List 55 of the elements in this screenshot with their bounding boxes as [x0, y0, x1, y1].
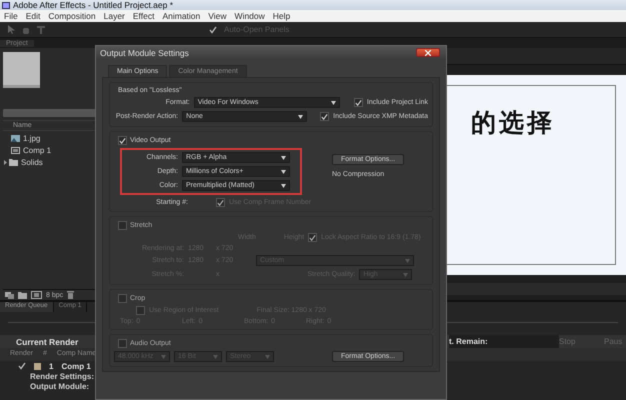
checkbox[interactable]: [308, 233, 318, 242]
composition-icon: [11, 147, 20, 154]
project-item[interactable]: Solids: [3, 158, 96, 167]
checkbox[interactable]: [18, 362, 26, 370]
checkbox[interactable]: [136, 306, 145, 315]
checkbox[interactable]: [118, 339, 127, 348]
checkbox[interactable]: [118, 294, 127, 303]
image-file-icon: [11, 135, 20, 142]
caret-icon: [281, 184, 286, 188]
window-title: Adobe After Effects - Untitled Project.aep *: [13, 0, 174, 10]
interpret-footage-icon[interactable]: [5, 292, 14, 298]
caret-icon: [265, 354, 270, 358]
caret-icon: [161, 354, 166, 358]
composition-icon[interactable]: [31, 291, 42, 299]
folder-icon: [4, 159, 18, 166]
checkbox[interactable]: [209, 26, 217, 34]
section-title: Current Render: [16, 336, 78, 346]
menu-item[interactable]: View: [208, 11, 227, 21]
label-swatch: [34, 362, 41, 370]
checkbox[interactable]: [216, 198, 225, 207]
item-number: 1: [49, 362, 54, 370]
menu-item[interactable]: Animation: [162, 11, 200, 21]
menu-item[interactable]: Edit: [26, 11, 40, 21]
comp-name: Comp 1: [61, 362, 91, 370]
search-field[interactable]: [3, 109, 96, 117]
menu-item[interactable]: Layer: [104, 11, 125, 21]
project-item[interactable]: 1.jpg: [3, 134, 96, 143]
close-icon: [425, 50, 431, 56]
caret-icon: [213, 354, 218, 358]
setting-label: Render Settings:: [30, 372, 94, 380]
checkbox[interactable]: [118, 221, 127, 230]
caret-icon: [331, 100, 336, 104]
trash-icon[interactable]: [67, 291, 74, 299]
caret-icon: [281, 170, 286, 174]
setting-label: Output Module:: [30, 382, 90, 390]
menu-item[interactable]: Effect: [132, 11, 154, 21]
project-item[interactable]: Comp 1: [3, 146, 96, 155]
menu-item[interactable]: Composition: [48, 11, 96, 21]
caret-icon: [281, 156, 286, 160]
checkbox[interactable]: [320, 112, 330, 121]
close-button[interactable]: [416, 48, 440, 57]
menu-item[interactable]: File: [4, 11, 18, 21]
caret-icon: [405, 258, 410, 262]
menu-item[interactable]: Help: [272, 11, 290, 21]
app-logo-icon: [2, 2, 10, 8]
dialog-title: Output Module Settings: [100, 48, 189, 58]
caret-icon: [403, 272, 408, 276]
label: t. Remain:: [449, 335, 559, 348]
thumbnail-preview: [3, 52, 40, 88]
canvas-text: 的选择: [471, 107, 555, 136]
checkbox[interactable]: [118, 136, 127, 145]
selection-tool-icon[interactable]: [8, 25, 15, 34]
caret-icon: [298, 114, 304, 118]
checkbox[interactable]: [354, 98, 363, 107]
menu-item[interactable]: Window: [234, 11, 265, 21]
